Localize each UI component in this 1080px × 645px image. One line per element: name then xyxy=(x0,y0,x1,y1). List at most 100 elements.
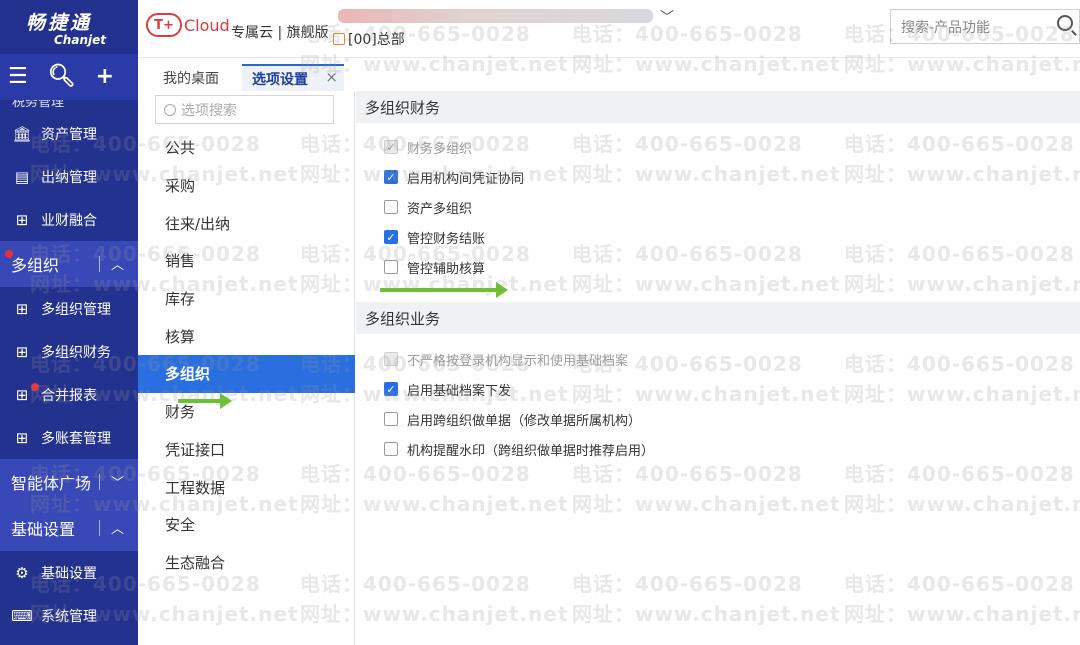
category-label: 采购 xyxy=(165,177,196,196)
options-content: 多组织财务 ✓ 财务多组织 ✓ 启用机构间凭证协同 资产多组织 ✓ 管控财务结账… xyxy=(356,91,1080,645)
annotation-arrow xyxy=(178,393,232,409)
sidebar-item-cashier[interactable]: ▤ 出纳管理 xyxy=(0,155,138,198)
option-row[interactable]: 机构提醒水印（跨组织做单据时推荐启用） xyxy=(384,439,654,459)
option-label: 不严格按登录机构显示和使用基础档案 xyxy=(407,353,629,369)
edition-label: 专属云 | 旗舰版 xyxy=(231,25,329,41)
global-search-input[interactable]: 搜索-产品功能 xyxy=(890,9,1080,44)
option-label: 启用基础档案下发 xyxy=(407,383,512,399)
sidebar-item-multi-org-manage[interactable]: ⊞ 多组织管理 xyxy=(0,287,138,330)
checkbox-checked[interactable]: ✓ xyxy=(384,230,398,244)
option-label: 机构提醒水印（跨组织做单据时推荐启用） xyxy=(407,443,655,459)
category-item-active[interactable]: 多组织 xyxy=(138,355,355,393)
sidebar-item-cut[interactable]: 税务管理 xyxy=(0,100,138,112)
category-label: 安全 xyxy=(165,516,196,535)
chevron-down-icon[interactable]: ﹀ xyxy=(660,7,674,27)
option-label: 启用机构间凭证协同 xyxy=(407,171,525,187)
org-selector[interactable]: [00]总部 xyxy=(333,29,405,49)
plus-icon[interactable]: + xyxy=(96,66,114,88)
sidebar-group-multi-org[interactable]: 多组织 ︿ xyxy=(0,241,138,287)
category-label: 工程数据 xyxy=(165,478,226,497)
sidebar-item-label: 系统管理 xyxy=(41,608,97,625)
option-row[interactable]: 资产多组织 xyxy=(384,197,472,217)
sidebar-item-multi-ledger[interactable]: ⊞ 多账套管理 xyxy=(0,416,138,459)
annotation-arrow xyxy=(380,282,508,298)
category-label: 库存 xyxy=(165,290,196,309)
divider xyxy=(99,474,100,490)
category-item[interactable]: 安全 xyxy=(138,506,355,544)
cloud-badge: T+ xyxy=(146,13,182,37)
search-icon[interactable]: 🔍︎ xyxy=(48,66,76,88)
tab-label: 我的桌面 xyxy=(163,70,219,87)
tab-option-settings[interactable]: 选项设置 × xyxy=(242,64,344,91)
category-item[interactable]: 核算 xyxy=(138,317,355,355)
category-item[interactable]: 采购 xyxy=(138,167,355,205)
category-label: 凭证接口 xyxy=(165,440,226,459)
sidebar-group-label: 基础设置 xyxy=(11,520,76,539)
sidebar-group-ai-square[interactable]: 智能体广场 ﹀ xyxy=(0,459,138,505)
code-icon: ⌨ xyxy=(11,606,33,625)
sidebar-item-multi-org-finance[interactable]: ⊞ 多组织财务 xyxy=(0,330,138,373)
divider xyxy=(99,520,100,536)
option-search-input[interactable]: 选项搜索 xyxy=(155,95,334,124)
option-label: 资产多组织 xyxy=(407,201,473,217)
notification-dot xyxy=(5,250,13,258)
chevron-down-icon[interactable]: ﹀ xyxy=(111,472,124,491)
option-row[interactable]: 管控辅助核算 xyxy=(384,257,485,277)
close-icon[interactable]: × xyxy=(325,68,338,86)
category-item[interactable]: 公共 xyxy=(138,129,355,167)
category-label: 往来/出纳 xyxy=(165,214,231,233)
search-icon xyxy=(164,103,176,116)
category-item[interactable]: 工程数据 xyxy=(138,468,355,506)
sidebar-item-system-manage[interactable]: ⌨ 系统管理 xyxy=(0,594,138,637)
search-icon[interactable] xyxy=(1057,15,1073,31)
category-item[interactable]: 库存 xyxy=(138,280,355,318)
category-label: 财务 xyxy=(165,403,196,422)
checkbox[interactable] xyxy=(384,200,398,214)
checkbox-checked[interactable]: ✓ xyxy=(384,170,398,184)
grid-icon: ⊞ xyxy=(15,428,29,447)
sidebar-item-basic-settings[interactable]: ⚙ 基础设置 xyxy=(0,551,138,594)
category-label: 生态融合 xyxy=(165,553,226,572)
sidebar-item-label: 业财融合 xyxy=(41,212,97,229)
org-icon xyxy=(333,33,345,45)
category-item[interactable]: 凭证接口 xyxy=(138,431,355,469)
chevron-up-icon[interactable]: ︿ xyxy=(111,254,124,273)
option-label: 启用跨组织做单据（修改单据所属机构） xyxy=(407,413,642,429)
option-label: 财务多组织 xyxy=(407,141,473,157)
left-sidebar: 畅捷通 Chanjet ☰ 🔍︎ + 税务管理 🏛︎ 资产管理 ▤ 出纳管理 ⊞… xyxy=(0,0,138,645)
tab-my-desktop[interactable]: 我的桌面 xyxy=(163,64,219,91)
sidebar-item-consolidated-report[interactable]: ⊞ 合并报表 xyxy=(0,373,138,416)
sidebar-group-label: 智能体广场 xyxy=(11,474,92,493)
checkbox[interactable] xyxy=(384,442,398,456)
option-category-panel: 选项搜索 公共 采购 往来/出纳 销售 库存 核算 多组织 财务 凭证接口 工程… xyxy=(138,91,355,645)
search-placeholder: 搜索-产品功能 xyxy=(901,19,991,36)
category-list: 公共 采购 往来/出纳 销售 库存 核算 多组织 财务 凭证接口 工程数据 安全… xyxy=(138,129,355,581)
option-row[interactable]: ✓ 启用基础档案下发 xyxy=(384,379,511,399)
brand-logo: 畅捷通 Chanjet xyxy=(0,0,138,54)
gear-icon: ⚙ xyxy=(15,563,29,582)
option-row[interactable]: 启用跨组织做单据（修改单据所属机构） xyxy=(384,409,641,429)
checkbox-disabled xyxy=(384,352,398,366)
sidebar-item-assets[interactable]: 🏛︎ 资产管理 xyxy=(0,112,138,155)
sidebar-item-finance-integration[interactable]: ⊞ 业财融合 xyxy=(0,198,138,241)
sidebar-group-basic-settings[interactable]: 基础设置 ︿ xyxy=(0,505,138,551)
grid-icon: ⊞ xyxy=(15,299,29,318)
brand-cn: 畅捷通 xyxy=(26,12,93,34)
option-row[interactable]: ✓ 管控财务结账 xyxy=(384,227,485,247)
checkbox-checked[interactable]: ✓ xyxy=(384,382,398,396)
sidebar-item-label: 出纳管理 xyxy=(41,169,97,186)
chevron-up-icon[interactable]: ︿ xyxy=(111,518,124,537)
divider xyxy=(99,256,100,272)
category-item[interactable]: 生态融合 xyxy=(138,544,355,582)
menu-icon[interactable]: ☰ xyxy=(8,66,28,88)
checkbox[interactable] xyxy=(384,412,398,426)
category-item[interactable]: 财务 xyxy=(138,393,355,431)
checkbox[interactable] xyxy=(384,260,398,274)
category-item[interactable]: 往来/出纳 xyxy=(138,204,355,242)
option-row[interactable]: ✓ 启用机构间凭证协同 xyxy=(384,167,524,187)
category-item[interactable]: 销售 xyxy=(138,242,355,280)
grid-icon: ⊞ xyxy=(15,385,29,404)
bank-icon: 🏛︎ xyxy=(12,124,32,143)
option-row: ✓ 财务多组织 xyxy=(384,137,472,157)
option-label: 管控辅助核算 xyxy=(407,261,486,277)
